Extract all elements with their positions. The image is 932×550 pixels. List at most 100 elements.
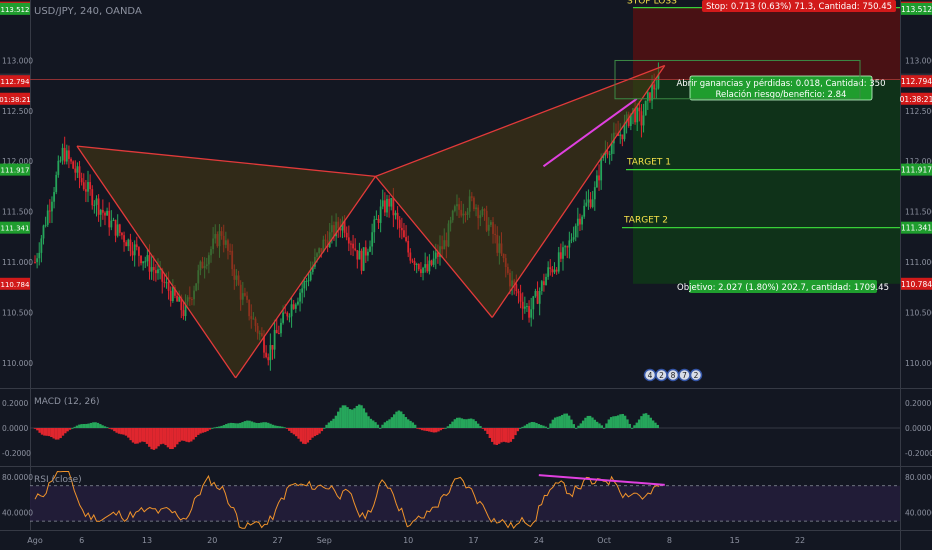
- candle-body: [78, 166, 81, 179]
- candle-body: [269, 345, 272, 361]
- macd-bar: [651, 420, 655, 428]
- macd-bar: [290, 428, 293, 433]
- candle-body: [555, 269, 558, 272]
- macd-bar: [572, 424, 576, 428]
- candle-body: [621, 134, 624, 140]
- candle-body: [549, 267, 552, 270]
- candle-body: [165, 282, 168, 284]
- candle-body: [290, 304, 293, 317]
- macd-bar: [430, 428, 433, 433]
- macd-bar: [623, 415, 627, 428]
- macd-bar: [274, 425, 277, 428]
- macd-label: MACD (12, 26): [34, 397, 100, 407]
- candle-body: [116, 224, 119, 236]
- target1-label: TARGET 1: [626, 158, 671, 168]
- candle-body: [564, 246, 567, 248]
- macd-bar: [292, 428, 296, 435]
- candle-body: [642, 115, 645, 126]
- macd-bar: [94, 422, 97, 428]
- time-tick-label: Sep: [317, 536, 332, 545]
- price-badge-text: 01:38:21: [900, 95, 932, 104]
- macd-bar: [243, 421, 247, 428]
- price-tick-label-left: 111.000: [2, 258, 33, 267]
- macd-bar: [285, 428, 289, 429]
- candle-body: [299, 292, 301, 302]
- candle-body: [574, 225, 577, 238]
- candle-body: [551, 269, 554, 273]
- macd-bar: [441, 428, 445, 430]
- candle-body: [409, 252, 412, 261]
- candle-body: [40, 238, 43, 253]
- rsi-tick-label: 40.0000: [905, 508, 932, 517]
- macd-bar: [460, 418, 464, 428]
- macd-bar: [176, 428, 179, 445]
- candle-body: [534, 290, 537, 297]
- macd-bar: [355, 405, 359, 428]
- macd-bar: [92, 422, 95, 428]
- macd-bar: [341, 405, 345, 428]
- candle-body: [142, 261, 145, 264]
- candle-body: [589, 199, 592, 207]
- macd-bar: [253, 422, 256, 428]
- macd-bar: [525, 424, 529, 428]
- event-flag-count: 8: [671, 371, 676, 380]
- macd-bar: [593, 419, 596, 428]
- macd-bar: [612, 416, 615, 428]
- candle-body: [360, 250, 363, 271]
- macd-bar: [248, 420, 251, 428]
- price-tick-label: 111.000: [905, 258, 932, 267]
- candle-body: [638, 107, 641, 112]
- macd-bar: [180, 428, 184, 441]
- macd-bar: [616, 415, 620, 428]
- macd-bar: [483, 428, 487, 431]
- candle-body: [110, 220, 113, 228]
- candle-body: [140, 255, 142, 264]
- macd-bar: [509, 428, 513, 442]
- macd-bar: [264, 422, 268, 428]
- candle-body: [121, 232, 123, 236]
- candle-body: [562, 247, 564, 259]
- macd-bar: [271, 424, 275, 428]
- macd-bar: [330, 420, 333, 428]
- rsi-band: [30, 485, 900, 522]
- candle-body: [420, 269, 422, 274]
- macd-bar: [346, 407, 349, 428]
- macd-bar: [183, 428, 186, 441]
- candle-body: [515, 284, 518, 292]
- macd-bar: [122, 428, 125, 435]
- candle-body: [646, 92, 649, 101]
- macd-bar: [504, 428, 508, 443]
- candle-body: [182, 310, 185, 317]
- macd-bar: [201, 428, 205, 433]
- candle-body: [57, 160, 60, 175]
- macd-bar: [423, 428, 426, 431]
- macd-bar: [129, 428, 132, 441]
- event-flag-count: 7: [682, 371, 687, 380]
- macd-bar: [544, 426, 548, 428]
- candle-body: [53, 192, 55, 202]
- macd-bar: [390, 417, 394, 428]
- macd-bar: [50, 428, 53, 438]
- macd-bar: [493, 428, 496, 445]
- candle-body: [271, 345, 274, 350]
- candle-body: [307, 280, 310, 282]
- time-tick-label: 13: [142, 536, 152, 545]
- candle-body: [51, 201, 53, 212]
- price-badge-left-text: 110.784: [1, 281, 30, 289]
- macd-bar: [227, 423, 230, 428]
- macd-bar: [213, 427, 216, 429]
- price-badge-left-text: 113.512: [1, 6, 30, 14]
- macd-bar: [99, 424, 102, 428]
- usdjpy-chart[interactable]: STOP LOSS TARGET 1 TARGET 2 Stop: 0.713 (0.…: [0, 0, 932, 550]
- candle-body: [430, 260, 433, 265]
- candle-body: [129, 239, 132, 252]
- candle-body: [532, 296, 535, 310]
- macd-bar: [656, 424, 659, 428]
- macd-bar: [400, 411, 403, 428]
- candle-body: [390, 197, 393, 207]
- price-tick-label-left: 112.500: [2, 107, 33, 116]
- candle-body: [417, 264, 420, 270]
- candle-body: [48, 210, 51, 212]
- candle-body: [587, 199, 590, 203]
- candle-body: [38, 252, 41, 259]
